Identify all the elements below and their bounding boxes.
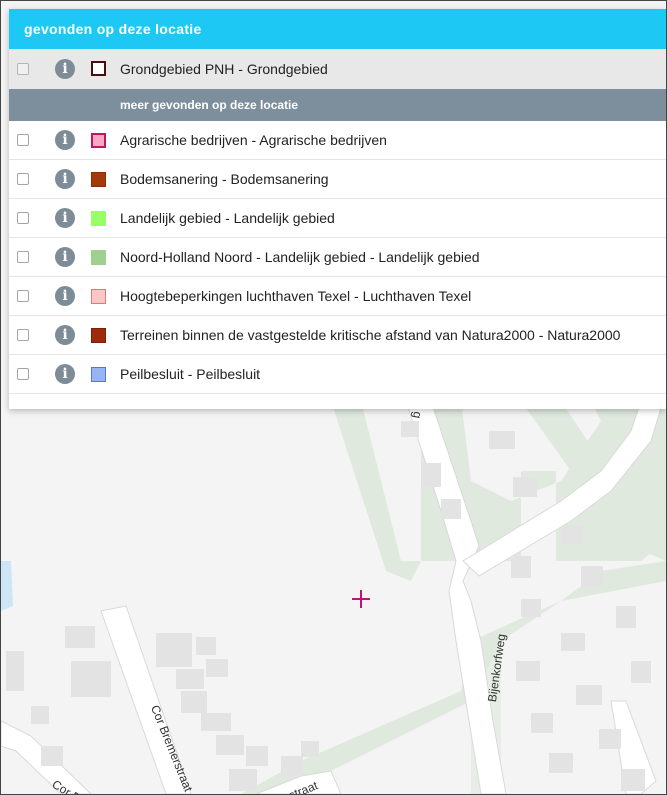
layer-checkbox[interactable] (17, 212, 29, 224)
layer-label: Landelijk gebied - Landelijk gebied (120, 210, 335, 226)
legend-swatch (91, 171, 106, 187)
layer-label: Bodemsanering - Bodemsanering (120, 171, 329, 187)
legend-swatch (91, 327, 106, 343)
more-found-header: meer gevonden op deze locatie (9, 89, 666, 121)
legend-swatch (91, 366, 106, 382)
layer-label: Grondgebied PNH - Grondgebied (120, 60, 328, 77)
info-icon[interactable]: i (55, 247, 75, 267)
layer-label: Terreinen binnen de vastgestelde kritisc… (120, 327, 621, 343)
legend-swatch (91, 249, 106, 265)
list-item: i Peilbesluit - Peilbesluit (9, 355, 666, 394)
legend-swatch (91, 210, 106, 226)
info-icon[interactable]: i (55, 325, 75, 345)
info-icon[interactable]: i (55, 208, 75, 228)
layer-label: Hoogtebeperkingen luchthaven Texel - Luc… (120, 288, 472, 304)
layer-checkbox[interactable] (17, 251, 29, 263)
info-icon[interactable]: i (55, 130, 75, 150)
layer-label: Noord-Holland Noord - Landelijk gebied -… (120, 249, 480, 265)
app-frame: Bijenkorfweg Cor Bremerstraat Cor B rstr… (0, 0, 667, 795)
legend-swatch (91, 61, 106, 76)
layer-checkbox[interactable] (17, 290, 29, 302)
layer-checkbox[interactable] (17, 368, 29, 380)
layer-checkbox[interactable] (17, 62, 29, 75)
info-icon[interactable]: i (55, 169, 75, 189)
crosshair-icon (352, 590, 370, 608)
list-item: i Landelijk gebied - Landelijk gebied (9, 199, 666, 238)
list-item: i Bodemsanering - Bodemsanering (9, 160, 666, 199)
feature-info-panel: gevonden op deze locatie i Grondgebied P… (9, 9, 666, 409)
legend-swatch (91, 132, 106, 148)
layer-checkbox[interactable] (17, 134, 29, 146)
info-icon[interactable]: i (55, 286, 75, 306)
info-icon[interactable]: i (55, 58, 75, 79)
list-item: i Agrarische bedrijven - Agrarische bedr… (9, 121, 666, 160)
list-item: i Terreinen binnen de vastgestelde kriti… (9, 316, 666, 355)
layer-label: Agrarische bedrijven - Agrarische bedrij… (120, 132, 387, 148)
info-icon[interactable]: i (55, 364, 75, 384)
layer-label: Peilbesluit - Peilbesluit (120, 366, 261, 382)
layer-checkbox[interactable] (17, 173, 29, 185)
list-item-primary: i Grondgebied PNH - Grondgebied (9, 49, 666, 89)
legend-swatch (91, 288, 106, 304)
list-item: i Noord-Holland Noord - Landelijk gebied… (9, 238, 666, 277)
panel-title: gevonden op deze locatie (9, 9, 666, 49)
list-item: i Hoogtebeperkingen luchthaven Texel - L… (9, 277, 666, 316)
layer-checkbox[interactable] (17, 329, 29, 341)
